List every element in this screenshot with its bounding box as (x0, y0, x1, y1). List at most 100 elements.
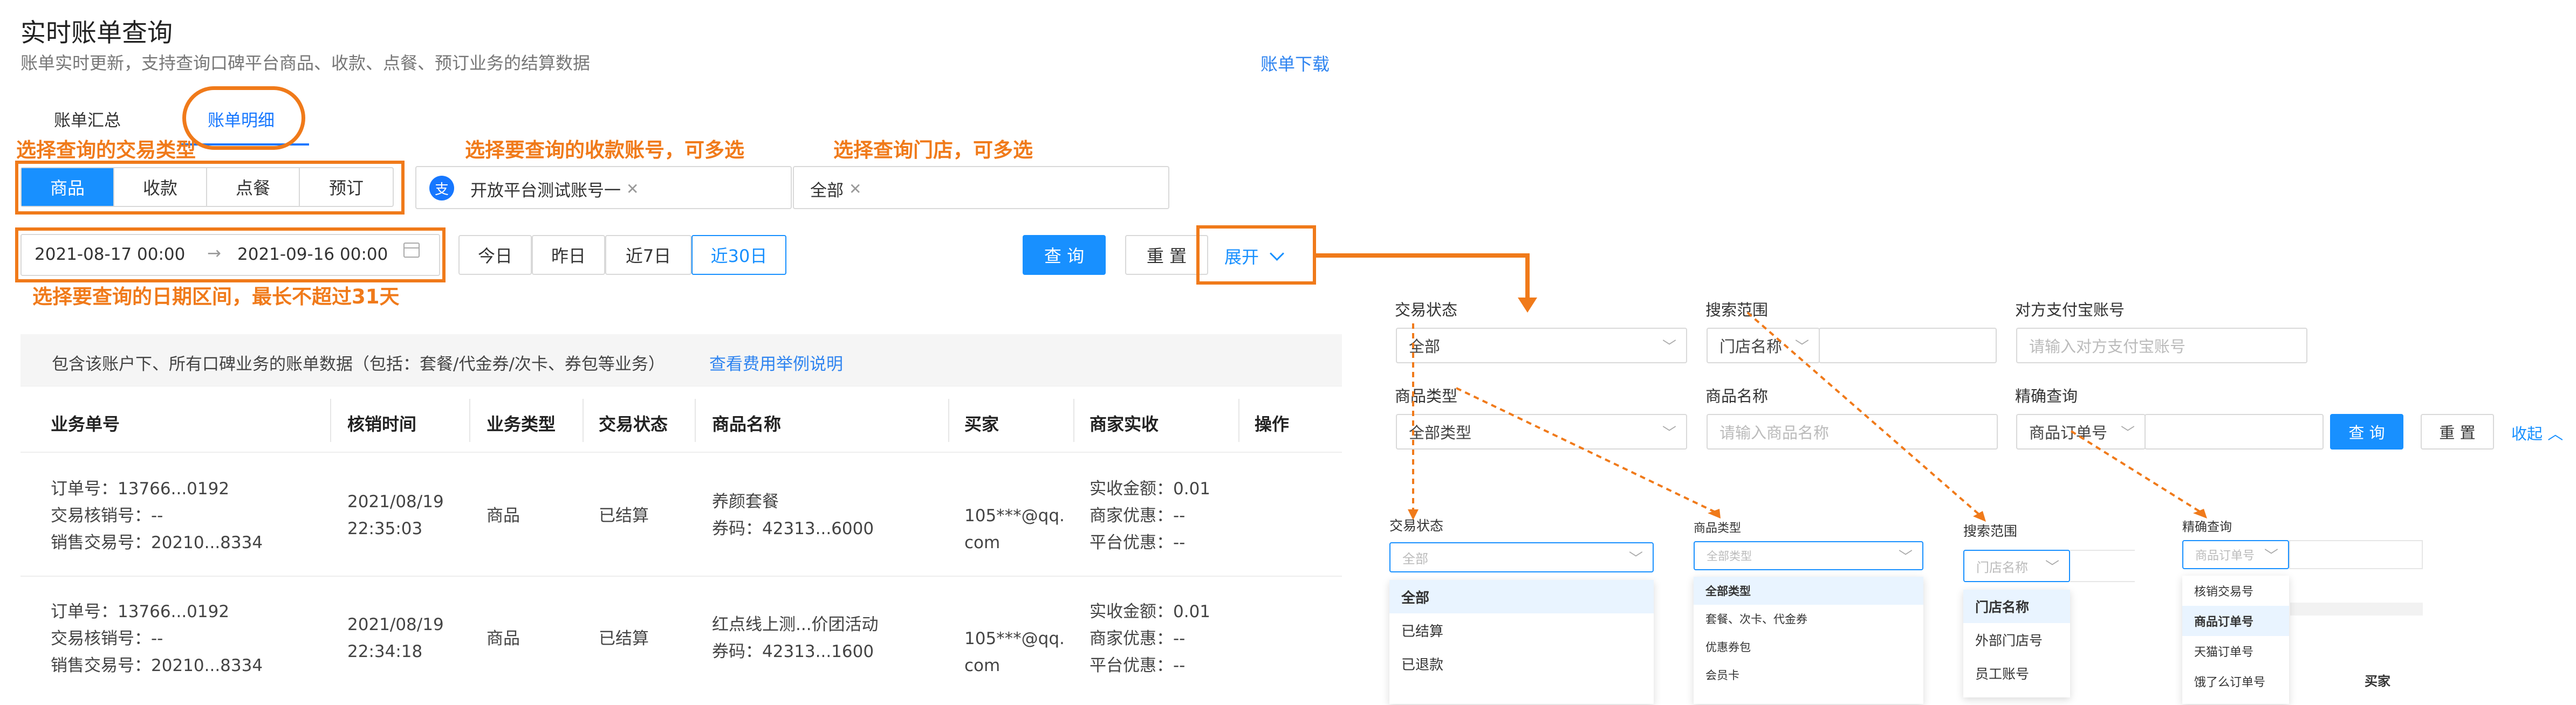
annotation-store: 选择查询门店，可多选 (833, 139, 1033, 162)
chevron-down-icon (1270, 246, 1285, 261)
table-row: 订单号：13766...0192 交易核销号：-- 销售交易号：20210...… (51, 598, 263, 679)
buyer-line1: 105***@qq. (964, 629, 1065, 648)
expand-label: 展开 (1224, 247, 1259, 267)
dd-exact-query-label: 精确查询 (2182, 520, 2232, 534)
product-title: 养颜套餐 (712, 492, 779, 512)
chevron-down-icon: ﹀ (1628, 550, 1643, 567)
table-row: 订单号：13766...0192 交易核销号：-- 销售交易号：20210...… (51, 475, 263, 556)
dd-trade-status-select[interactable]: 全部 ﹀ (1389, 542, 1654, 572)
dd-product-type-label: 商品类型 (1694, 522, 1742, 535)
fee-example-link[interactable]: 查看费用举例说明 (709, 350, 843, 375)
dd-search-scope-label: 搜索范围 (1963, 523, 2018, 539)
dd-product-type-option[interactable]: 套餐、次卡、代金券 (1694, 605, 1923, 633)
dd-trade-status-option[interactable]: 全部 (1389, 580, 1654, 613)
calendar-icon[interactable] (403, 243, 420, 258)
collapse-button[interactable]: 收起 ︿ (2511, 421, 2563, 444)
dd-search-scope-input[interactable] (2070, 550, 2135, 582)
dd-exact-query-option[interactable]: 核销交易号 (2182, 576, 2289, 606)
buyer: 105***@qq. com (964, 502, 1065, 556)
bill-download-link[interactable]: 账单下载 (1260, 51, 1330, 75)
verify-time: 2021/08/19 22:35:03 (347, 488, 444, 542)
dd-search-scope-option[interactable]: 外部门店号 (1963, 623, 2070, 656)
dd-trade-status-option[interactable]: 已结算 (1389, 613, 1654, 647)
trade-type-goods[interactable]: 商品 (22, 168, 114, 206)
dd-product-type-menu: 全部类型 套餐、次卡、代金券 优惠券包 会员卡 (1694, 577, 1923, 704)
chevron-up-icon: ︿ (2547, 425, 2564, 443)
dd-search-scope-select[interactable]: 门店名称 ﹀ (1963, 550, 2070, 582)
dd-exact-query-input[interactable] (2289, 540, 2423, 569)
expanded-reset-button[interactable]: 重 置 (2421, 414, 2494, 450)
buyer-line1: 105***@qq. (964, 506, 1065, 526)
page-title: 实时账单查询 (20, 18, 173, 48)
annotation-trade-type: 选择查询的交易类型 (16, 139, 196, 162)
query-button[interactable]: 查 询 (1023, 235, 1106, 275)
dd-search-scope-option[interactable]: 员工账号 (1963, 656, 2070, 690)
dd-search-scope-value: 门店名称 (1976, 559, 2028, 575)
trade-status: 已结算 (599, 506, 649, 526)
buyer-line2: com (964, 656, 1001, 675)
tab-bill-summary[interactable]: 账单汇总 (54, 107, 121, 131)
date-range-arrow: → (207, 244, 221, 263)
verify-clock: 22:34:18 (347, 642, 423, 661)
product-name: 养颜套餐 券码：42313...6000 (712, 488, 874, 542)
divider (695, 399, 696, 442)
chevron-down-icon: ﹀ (2264, 548, 2278, 564)
store-tag-label: 全部 (810, 181, 844, 201)
col-product-name: 商品名称 (712, 414, 782, 434)
col-trade-status: 交易状态 (599, 414, 668, 434)
dd-exact-query-option[interactable]: 饿了么订单号 (2182, 666, 2289, 696)
merchant-income: 实收金额：0.01 商家优惠：-- 平台优惠：-- (1090, 598, 1210, 679)
dd-exact-query-select[interactable]: 商品订单号 ﹀ (2182, 540, 2289, 569)
trade-type-ordering[interactable]: 点餐 (207, 168, 300, 206)
trade-type-segment: 商品 收款 点餐 预订 (20, 167, 394, 207)
quick-date-today[interactable]: 今日 (458, 235, 532, 275)
sale-trade-no: 销售交易号：20210...8334 (51, 533, 263, 552)
account-tag[interactable]: 开放平台测试账号一 ✕ (470, 177, 639, 201)
annotation-account: 选择要查询的收款账号，可多选 (465, 139, 744, 162)
merchant-income: 实收金额：0.01 商家优惠：-- 平台优惠：-- (1090, 475, 1210, 556)
store-tag[interactable]: 全部 ✕ (810, 177, 861, 201)
close-icon[interactable]: ✕ (626, 180, 639, 198)
dd-exact-query-option[interactable]: 商品订单号 (2182, 606, 2289, 636)
dd-trade-status-label: 交易状态 (1389, 518, 1444, 534)
dd-product-type-select[interactable]: 全部类型 ﹀ (1694, 541, 1923, 570)
expanded-query-button[interactable]: 查 询 (2330, 414, 2403, 450)
collapse-label: 收起 (2511, 425, 2543, 443)
expand-button[interactable]: 展开 (1224, 244, 1285, 268)
chevron-down-icon: ﹀ (1898, 549, 1913, 565)
background-table-strip (2290, 603, 2423, 616)
reset-button[interactable]: 重 置 (1125, 235, 1208, 275)
tab-highlight-oval (182, 86, 305, 150)
dd-exact-query-menu: 核销交易号 商品订单号 天猫订单号 饿了么订单号 (2182, 576, 2289, 704)
dd-exact-query-option[interactable]: 天猫订单号 (2182, 636, 2289, 666)
dd-exact-query-value: 商品订单号 (2195, 549, 2255, 563)
page-subtitle: 账单实时更新，支持查询口碑平台商品、收款、点餐、预订业务的结算数据 (20, 53, 591, 73)
alipay-icon: 支 (429, 176, 454, 201)
dd-trade-status-option[interactable]: 已退款 (1389, 647, 1654, 680)
dd-product-type-option[interactable]: 会员卡 (1694, 661, 1923, 689)
date-start[interactable]: 2021-08-17 00:00 (35, 245, 185, 264)
actual-amount: 实收金额：0.01 (1090, 602, 1211, 621)
dd-product-type-value: 全部类型 (1707, 550, 1752, 563)
sale-trade-no: 销售交易号：20210...8334 (51, 656, 263, 675)
product-title: 红点线上测...价团活动 (712, 615, 879, 634)
quick-date-7days[interactable]: 近7日 (605, 235, 691, 275)
account-tag-label: 开放平台测试账号一 (470, 181, 621, 201)
info-text: 包含该账户下、所有口碑业务的账单数据（包括：套餐/代金券/次卡、券包等业务） (52, 355, 665, 374)
annotation-date-range: 选择要查询的日期区间，最长不超过31天 (32, 285, 400, 308)
quick-date-30days[interactable]: 近30日 (691, 235, 786, 275)
dd-product-type-option[interactable]: 全部类型 (1694, 577, 1923, 605)
trade-type-booking[interactable]: 预订 (300, 168, 393, 206)
trade-status: 已结算 (599, 629, 649, 648)
business-type: 商品 (487, 629, 520, 648)
order-no: 订单号：13766...0192 (51, 602, 230, 621)
verify-trade-no: 交易核销号：-- (51, 629, 163, 648)
close-icon[interactable]: ✕ (849, 180, 861, 198)
business-type: 商品 (487, 506, 520, 526)
dd-search-scope-option[interactable]: 门店名称 (1963, 590, 2070, 623)
dd-product-type-option[interactable]: 优惠券包 (1694, 633, 1923, 661)
quick-date-yesterday[interactable]: 昨日 (532, 235, 605, 275)
dd-search-scope-menu: 门店名称 外部门店号 员工账号 (1963, 590, 2070, 697)
date-end[interactable]: 2021-09-16 00:00 (237, 245, 388, 264)
trade-type-payment[interactable]: 收款 (114, 168, 207, 206)
